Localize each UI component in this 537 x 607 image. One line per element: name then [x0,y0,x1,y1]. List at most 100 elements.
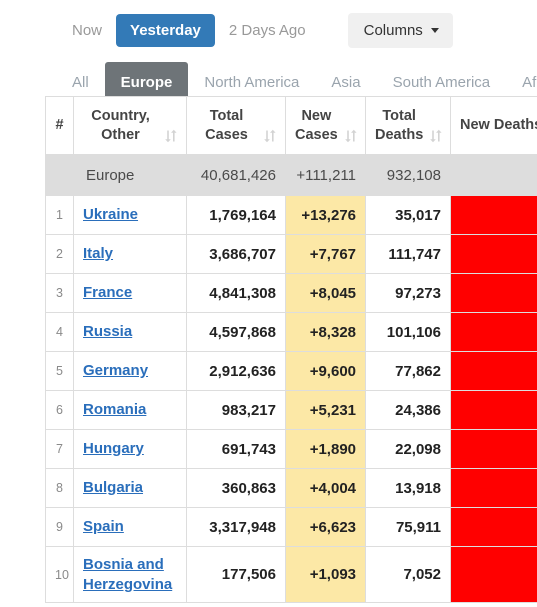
row-new-cases: +8,045 [285,273,366,313]
row-rank: 5 [45,351,74,391]
row-new-cases: +1,890 [285,429,366,469]
row-rank: 8 [45,468,74,508]
sort-icon [264,129,276,142]
country-link[interactable]: Bosnia and Herzegovina [83,555,177,594]
aggregate-row-europe: Europe 40,681,426 +111,211 932,108 +3,20… [45,154,537,196]
table-row: 9 Spain 3,317,948 +6,623 75,911 +128 [45,507,537,547]
row-country: Italy [73,234,187,274]
row-rank: 1 [45,195,74,235]
row-total-cases: 4,841,308 [186,273,286,313]
tab-africa[interactable]: Africa [506,62,537,96]
caret-down-icon [430,27,439,33]
row-country: Bosnia and Herzegovina [73,546,187,603]
country-link[interactable]: Bulgaria [83,479,143,498]
row-total-deaths: 101,106 [365,312,451,352]
row-total-cases: 360,863 [186,468,286,508]
country-link[interactable]: Hungary [83,440,144,459]
row-country: Germany [73,351,187,391]
row-total-deaths: 97,273 [365,273,451,313]
column-header-new-cases-label: New Cases [295,108,338,143]
table-header: # Country, Other Total Cases New Cases T… [45,96,537,155]
row-country: Russia [73,312,187,352]
row-new-deaths: +196 [450,390,537,430]
row-new-cases: +1,093 [285,546,366,603]
row-total-deaths: 13,918 [365,468,451,508]
tab-asia[interactable]: Asia [315,62,376,96]
row-new-deaths: +398 [450,273,537,313]
covid-statistics-table: # Country, Other Total Cases New Cases T… [45,96,537,603]
row-rank: 7 [45,429,74,469]
row-country: Ukraine [73,195,187,235]
day-button-now[interactable]: Now [58,14,116,47]
table-row: 4 Russia 4,597,868 +8,328 101,106 +389 [45,312,537,352]
row-country: Romania [73,390,187,430]
row-total-deaths: 77,862 [365,351,451,391]
columns-dropdown-button[interactable]: Columns [347,12,453,48]
column-header-new-cases[interactable]: New Cases [285,96,366,155]
column-header-country-label: Country, Other [91,108,150,143]
row-new-cases: +9,600 [285,351,366,391]
row-rank: 3 [45,273,74,313]
table-row: 3 France 4,841,308 +8,045 97,273 +398 [45,273,537,313]
row-new-deaths: +232 [450,351,537,391]
column-header-total-cases-label: Total Cases [205,108,248,143]
column-header-total-deaths[interactable]: Total Deaths [365,96,451,155]
country-link[interactable]: Romania [83,401,146,420]
row-total-cases: 3,686,707 [186,234,286,274]
row-total-deaths: 75,911 [365,507,451,547]
aggregate-rank [45,154,74,196]
row-new-deaths: +99 [450,546,537,603]
row-new-cases: +6,623 [285,507,366,547]
row-rank: 2 [45,234,74,274]
tab-south-america[interactable]: South America [377,62,507,96]
column-header-rank[interactable]: # [45,96,74,155]
table-body: Europe 40,681,426 +111,211 932,108 +3,20… [45,154,537,603]
row-new-cases: +5,231 [285,390,366,430]
row-new-cases: +13,276 [285,195,366,235]
day-button-2-days-ago[interactable]: 2 Days Ago [215,14,320,47]
table-row: 5 Germany 2,912,636 +9,600 77,862 +232 [45,351,537,391]
column-header-country[interactable]: Country, Other [73,96,187,155]
row-total-deaths: 111,747 [365,234,451,274]
row-new-deaths: +128 [450,507,537,547]
tab-north-america[interactable]: North America [188,62,315,96]
row-rank: 4 [45,312,74,352]
country-link[interactable]: Italy [83,245,113,264]
row-new-deaths: +421 [450,234,537,274]
table-row: 2 Italy 3,686,707 +7,767 111,747 +421 [45,234,537,274]
table-row: 10 Bosnia and Herzegovina 177,506 +1,093… [45,546,537,603]
sort-icon [165,129,177,142]
country-link[interactable]: France [83,284,132,303]
aggregate-new-deaths: +3,203 [450,154,537,196]
country-link[interactable]: Spain [83,518,124,537]
column-header-total-deaths-label: Total Deaths [375,108,424,143]
tab-europe[interactable]: Europe [104,62,189,96]
row-total-deaths: 35,017 [365,195,451,235]
country-link[interactable]: Germany [83,362,148,381]
column-header-new-deaths[interactable]: New Deaths [450,96,537,155]
column-header-total-cases[interactable]: Total Cases [186,96,286,155]
row-total-deaths: 24,386 [365,390,451,430]
aggregate-name: Europe [73,154,187,196]
country-link[interactable]: Ukraine [83,206,138,225]
row-country: Bulgaria [73,468,187,508]
covid-table-container: # Country, Other Total Cases New Cases T… [45,96,537,603]
row-total-cases: 2,912,636 [186,351,286,391]
row-new-deaths: +132 [450,468,537,508]
sort-icon [430,129,442,142]
tab-all[interactable]: All [56,62,105,96]
row-new-deaths: +430 [450,195,537,235]
day-button-yesterday[interactable]: Yesterday [116,13,215,47]
columns-button-label: Columns [363,21,423,39]
country-link[interactable]: Russia [83,323,132,342]
row-total-deaths: 7,052 [365,546,451,603]
day-selector-toolbar: Now Yesterday 2 Days Ago Columns [0,0,537,60]
row-new-cases: +7,767 [285,234,366,274]
table-header-row: # Country, Other Total Cases New Cases T… [45,96,537,155]
row-rank: 6 [45,390,74,430]
row-new-deaths: +389 [450,312,537,352]
row-total-cases: 983,217 [186,390,286,430]
row-country: Hungary [73,429,187,469]
column-header-rank-label: # [55,117,64,134]
row-country: Spain [73,507,187,547]
